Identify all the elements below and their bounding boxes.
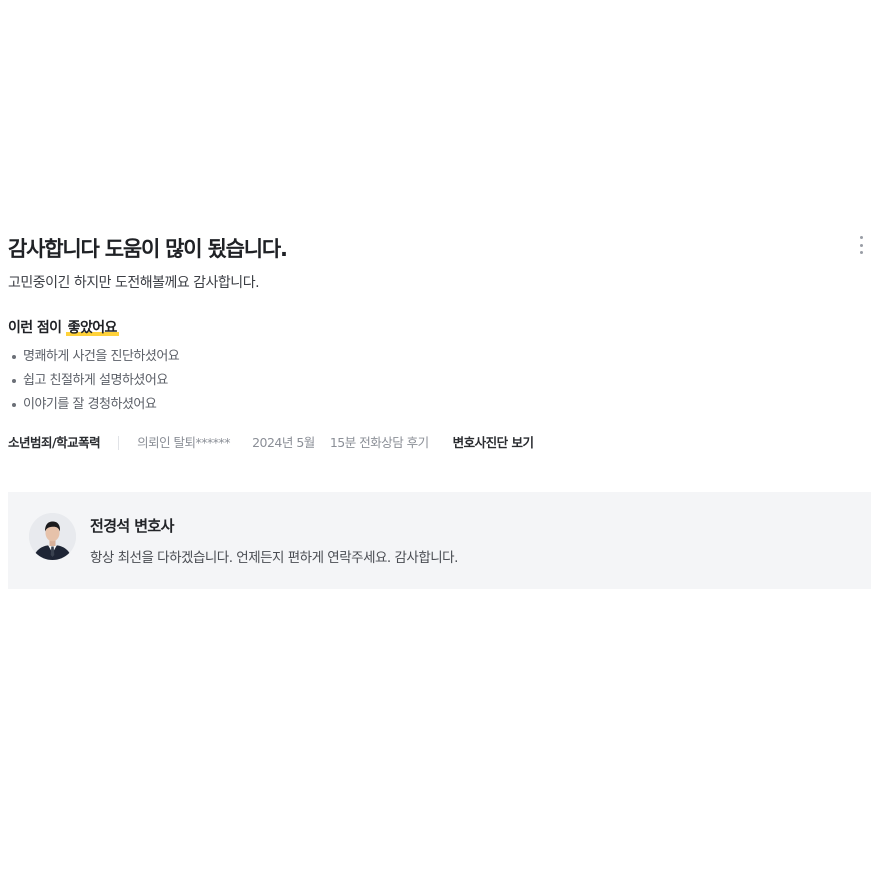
review-meta: 소년범죄/학교폭력 의뢰인 탈퇴****** 2024년 5월 15분 전화상담… (8, 433, 872, 453)
good-points-list: 명쾌하게 사건을 진단하셨어요 쉽고 친절하게 설명하셨어요 이야기를 잘 경청… (8, 345, 872, 417)
meta-divider (118, 436, 120, 450)
bullet-icon (12, 355, 16, 359)
client-name: 의뢰인 탈퇴****** (137, 435, 231, 450)
lawyer-name[interactable]: 전경석 변호사 (90, 515, 174, 536)
diagnosis-link[interactable]: 변호사진단 보기 (453, 433, 534, 453)
good-points-title: 이런 점이 좋았어요 (8, 317, 872, 339)
more-dot (859, 236, 863, 239)
review-date: 2024년 5월 (252, 435, 315, 450)
more-options-icon[interactable] (858, 236, 864, 254)
review-card: 감사합니다 도움이 많이 됬습니다. 고민중이긴 하지만 도전해볼께요 감사합니… (8, 232, 872, 453)
reply-message: 항상 최선을 다하겠습니다. 언제든지 편하게 연락주세요. 감사합니다. (90, 550, 458, 566)
good-point-text: 명쾌하게 사건을 진단하셨어요 (23, 349, 180, 364)
good-point-text: 이야기를 잘 경청하셨어요 (23, 397, 157, 412)
consult-type: 15분 전화상담 후기 (329, 435, 429, 450)
good-point-item: 명쾌하게 사건을 진단하셨어요 (12, 345, 872, 369)
bullet-icon (12, 379, 16, 383)
lawyer-avatar[interactable] (29, 513, 76, 560)
more-dot (859, 251, 863, 254)
good-points-prefix: 이런 점이 (8, 320, 66, 336)
good-point-item: 이야기를 잘 경청하셨어요 (12, 393, 872, 417)
more-dot (859, 243, 863, 247)
good-points-highlight: 좋았어요 (65, 320, 119, 336)
category-label: 소년범죄/학교폭력 (8, 435, 101, 450)
good-point-item: 쉽고 친절하게 설명하셨어요 (12, 369, 872, 393)
lawyer-reply: 전경석 변호사 항상 최선을 다하겠습니다. 언제든지 편하게 연락주세요. 감… (8, 492, 871, 589)
good-point-text: 쉽고 친절하게 설명하셨어요 (23, 373, 168, 388)
avatar-icon (29, 513, 76, 560)
bullet-icon (12, 403, 16, 407)
review-title: 감사합니다 도움이 많이 됬습니다. (8, 237, 288, 261)
review-body: 고민중이긴 하지만 도전해볼께요 감사합니다. (8, 275, 260, 291)
